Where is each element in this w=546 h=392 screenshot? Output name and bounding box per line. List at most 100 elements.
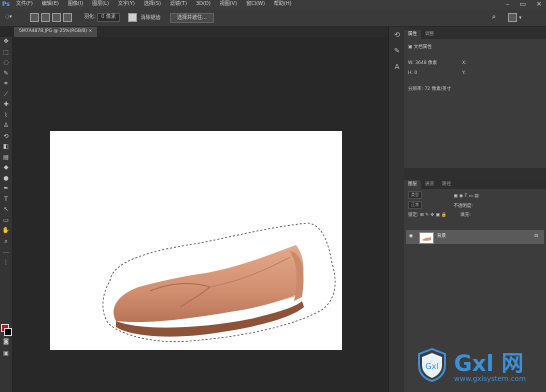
eye-icon[interactable]: ◉ [409,230,413,244]
minimize-icon[interactable]: – [506,0,510,9]
document-canvas[interactable] [50,131,342,350]
add-selection-icon[interactable] [41,13,50,22]
properties-panel: 属性 调整 ▣ 文档属性 W: 3648 像素 X: H: 0 Y: 分辨率: 7… [404,30,546,168]
document-properties-icon: ▣ [408,45,413,50]
background-color-swatch[interactable] [4,328,12,336]
lock-icon: ⊡ [534,234,538,239]
pen-tool-icon[interactable]: ✒ [0,184,12,195]
panel-tab[interactable]: 路径 [438,180,455,189]
canvas-area[interactable] [13,37,388,392]
h-value: 0 [414,71,418,76]
crop-tool-icon[interactable]: ⌗ [0,79,12,90]
search-icon[interactable]: ⌕ [492,13,496,22]
lasso-tool-icon[interactable]: ◌ [0,58,12,69]
blend-row: 正常 不透明度: [404,201,546,211]
new-selection-icon[interactable] [30,13,39,22]
menu-bar: Ps 文件(F) 编辑(E) 图像(I) 图层(L) 文字(Y) 选择(S) 滤镜(T) 3D… [0,0,546,9]
history-brush-icon[interactable]: ⟲ [0,132,12,143]
move-tool-icon[interactable]: ✥ [0,37,12,48]
menu-item[interactable]: 3D(D) [196,0,211,9]
layer-row[interactable]: ◉ 背景 ⊡ [406,230,544,244]
right-panels: 属性 调整 ▣ 文档属性 W: 3648 像素 X: H: 0 Y: 分辨率: 7… [404,27,546,392]
quick-mask-icon[interactable]: ◙ [0,337,12,348]
y-label: Y: [462,71,466,76]
dodge-tool-icon[interactable]: ● [0,174,12,185]
menu-item[interactable]: 滤镜(T) [170,0,187,9]
clone-stamp-icon[interactable]: ♙ [0,121,12,132]
menu-item[interactable]: 文字(Y) [118,0,135,9]
menu-item[interactable]: 选择(S) [144,0,161,9]
menu-item[interactable]: 图层(L) [92,0,109,9]
workspace-icon[interactable]: ▾ [508,13,522,22]
antialias-checkbox[interactable] [128,13,137,22]
antialias-label: 消除锯齿 [140,15,161,21]
character-icon[interactable]: A [389,59,405,75]
filter-icons[interactable]: ▣ ◉ T ▭ ▤ [453,194,478,199]
menu-item[interactable]: 文件(F) [16,0,33,9]
healing-brush-icon[interactable]: ✚ [0,100,12,111]
menu-item[interactable]: 帮助(H) [274,0,292,9]
ps-logo: Ps [2,1,10,8]
select-mask-control: 选择并遮住... [170,13,214,23]
select-and-mask-button[interactable]: 选择并遮住... [170,13,214,23]
menu-items: 文件(F) 编辑(E) 图像(I) 图层(L) 文字(Y) 选择(S) 滤镜(T) 3D(D)… [16,0,292,9]
brush-tool-icon[interactable]: ⌇ [0,111,12,122]
subtract-selection-icon[interactable] [52,13,61,22]
panel-icon-bar: ⟲ ✎ A [388,27,405,392]
properties-title: 文档属性 [413,45,432,50]
properties-tabs: 属性 调整 [404,30,546,39]
lock-icons[interactable]: ⊞ ✎ ✥ ▣ 🔒 [420,213,447,218]
marquee-tool-icon[interactable]: ⬚ [0,48,12,59]
quick-select-tool-icon[interactable]: ✎ [0,69,12,80]
close-icon[interactable]: × [536,0,542,9]
more-tools-icon[interactable]: … [0,247,12,258]
eraser-tool-icon[interactable]: ◧ [0,142,12,153]
screen-mode-icon[interactable]: ▣ [0,349,12,360]
layer-kind-select[interactable]: 类型 [408,191,422,199]
gradient-tool-icon[interactable]: ▤ [0,153,12,164]
properties-h-row: H: 0 Y: [404,69,546,79]
zoom-tool-icon[interactable]: ⌕ [0,237,12,248]
type-tool-icon[interactable]: T [0,195,12,206]
edit-toolbar-icon[interactable]: ⋮ [0,258,12,269]
menu-item[interactable]: 图像(I) [68,0,83,9]
document-tab-bar: 5M7A4878.JPG @ 25%(RGB/8) × [14,27,388,37]
feather-label: 羽化: [84,14,96,20]
intersect-selection-icon[interactable] [63,13,72,22]
history-icon[interactable]: ⟲ [389,27,405,43]
feather-control: 羽化: 0 像素 [84,13,121,22]
eyedropper-tool-icon[interactable]: ⟋ [0,90,12,101]
panel-tab[interactable]: 图层 [404,180,421,189]
lock-label: 锁定: [408,213,419,218]
panel-tab[interactable]: 通道 [421,180,438,189]
options-bar: ◌▾ 羽化: 0 像素 消除锯齿 选择并遮住... ⌕ ▾ [0,9,546,27]
blur-tool-icon[interactable]: ◆ [0,163,12,174]
lasso-tool-icon[interactable]: ◌▾ [5,13,12,22]
w-value: 3648 像素 [415,61,438,66]
tools-panel: ✥ ⬚ ◌ ✎ ⌗ ⟋ ✚ ⌇ ♙ ⟲ ◧ ▤ ◆ ● ✒ T ↖ ▭ ✋ ⌕ … [0,37,13,392]
blend-mode-select[interactable]: 正常 [408,201,422,209]
hand-tool-icon[interactable]: ✋ [0,226,12,237]
properties-wh-row: W: 3648 像素 X: [404,59,546,69]
window-controls: – ▭ × [506,0,542,9]
layer-thumbnail [419,232,434,244]
document-tab[interactable]: 5M7A4878.JPG @ 25%(RGB/8) × [14,27,98,37]
shape-tool-icon[interactable]: ▭ [0,216,12,227]
menu-item[interactable]: 视图(V) [220,0,237,9]
feather-input[interactable]: 0 像素 [97,13,121,22]
brush-settings-icon[interactable]: ✎ [389,43,405,59]
opacity-label: 不透明度: [453,203,473,209]
shield-logo-icon: Gxl [418,348,446,382]
watermark: Gxl Gxl 网 www.gxlsystem.com [402,342,546,392]
layers-tabs: 图层 通道 路径 [404,180,546,189]
maximize-icon[interactable]: ▭ [520,0,527,9]
menu-item[interactable]: 编辑(E) [42,0,59,9]
panel-tab[interactable]: 调整 [421,30,438,39]
lock-row: 锁定: ⊞ ✎ ✥ ▣ 🔒 填充: [404,211,546,221]
watermark-brand: Gxl 网 [454,352,524,377]
menu-item[interactable]: 窗口(W) [246,0,265,9]
path-select-icon[interactable]: ↖ [0,205,12,216]
panel-tab[interactable]: 属性 [404,30,421,39]
h-label: H: [408,71,413,76]
x-label: X: [462,61,467,66]
